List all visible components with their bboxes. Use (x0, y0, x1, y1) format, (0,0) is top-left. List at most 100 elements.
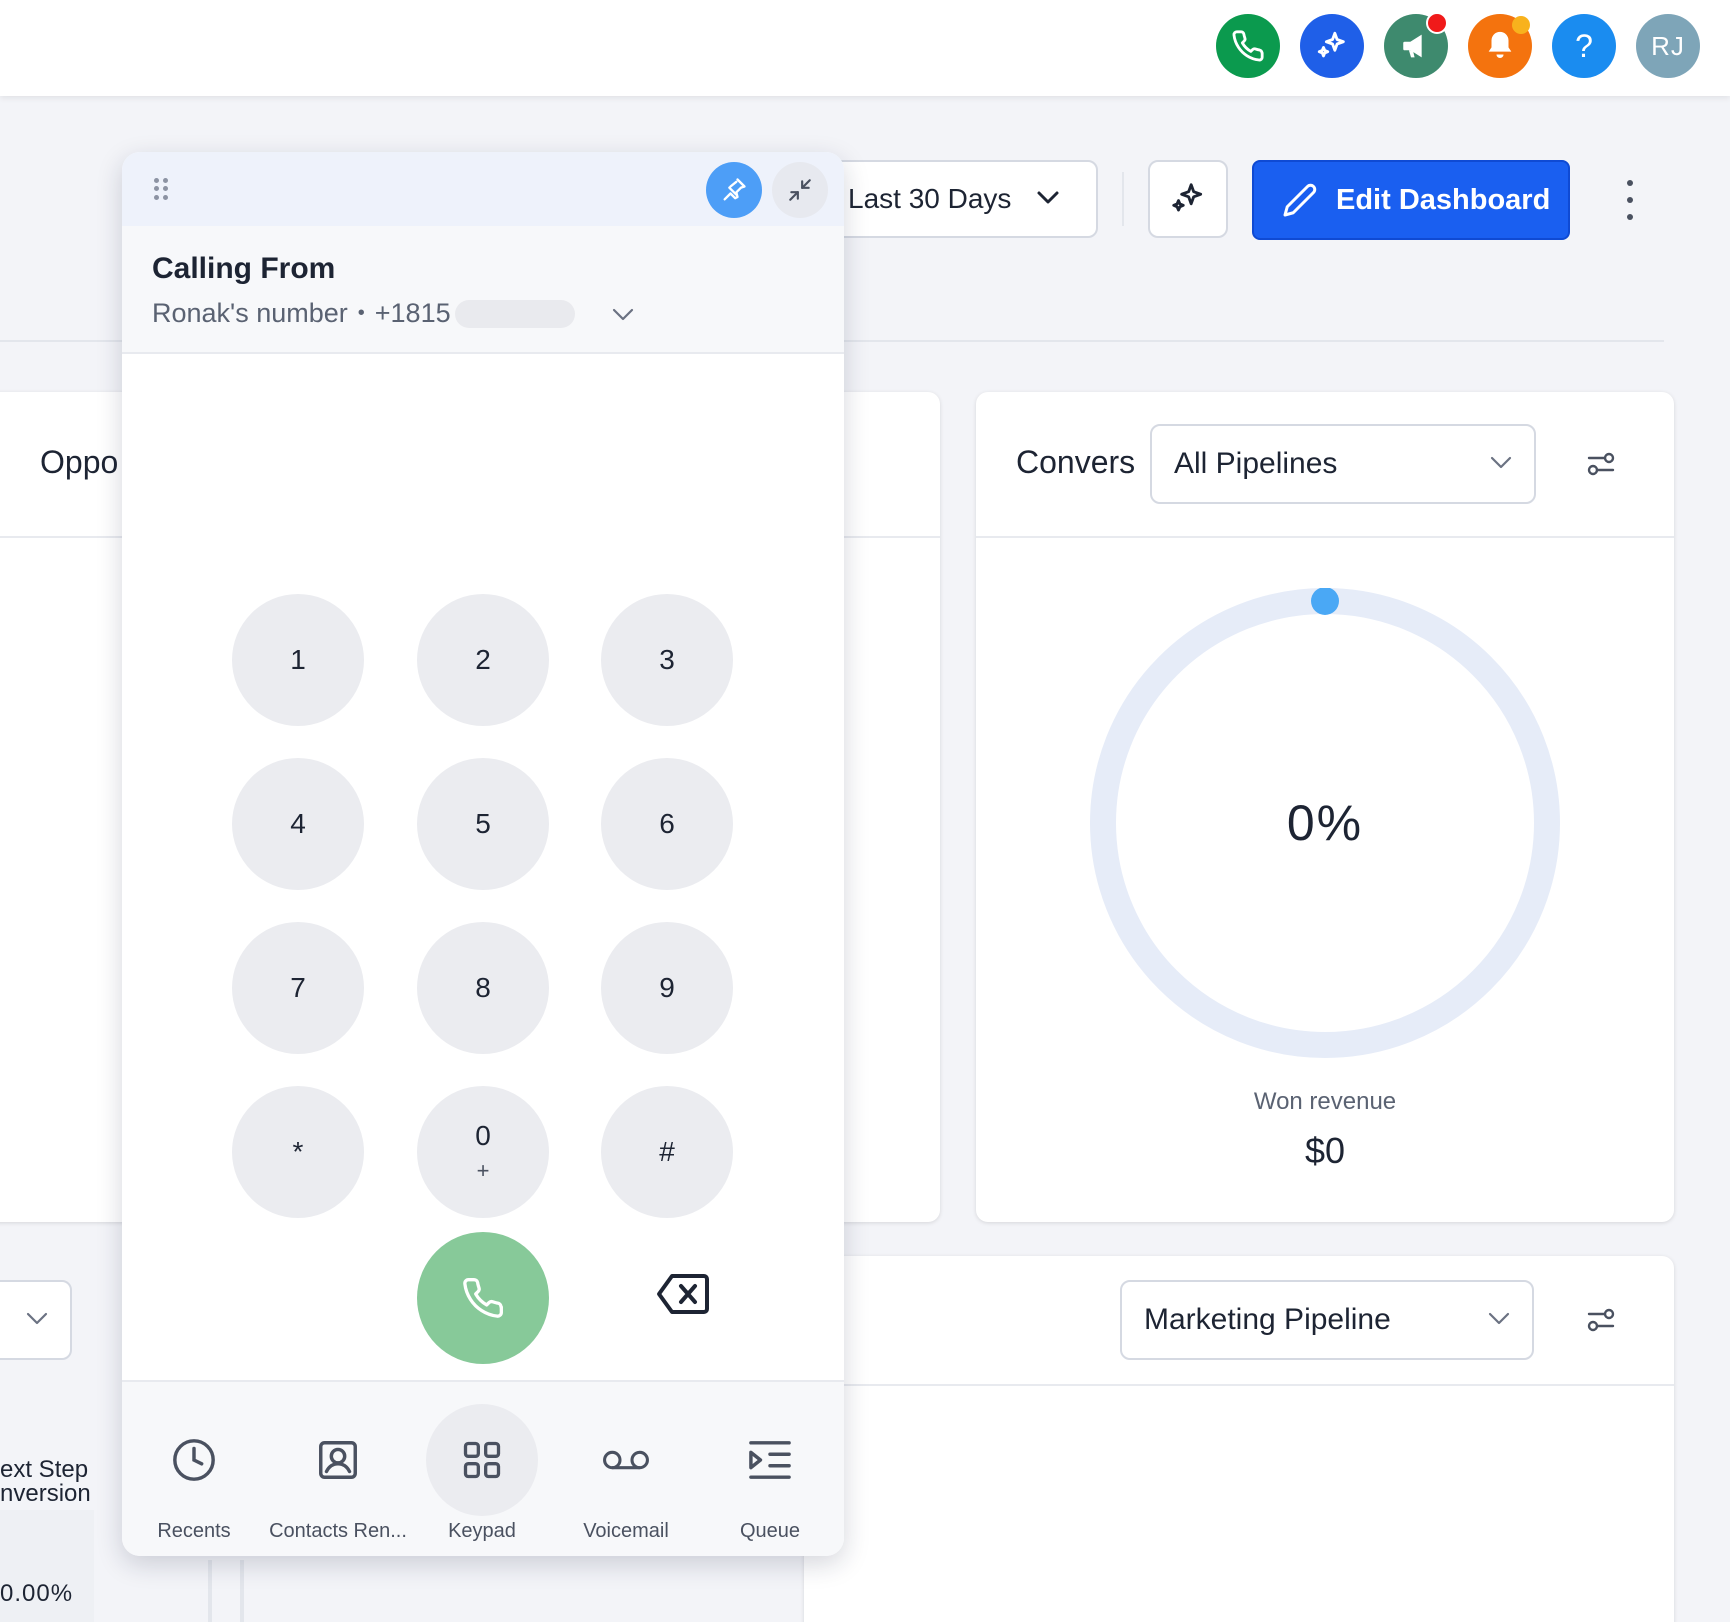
calling-from-selector[interactable]: Calling From Ronak's number • +1815 (122, 226, 844, 354)
tab-recents[interactable]: Recents (122, 1382, 266, 1556)
chevron-down-icon (1490, 456, 1512, 469)
backspace-icon[interactable] (656, 1272, 710, 1316)
key-5[interactable]: 5 (417, 758, 549, 890)
tab-label: Contacts Ren... (269, 1520, 407, 1542)
queue-icon (714, 1404, 826, 1516)
key-6[interactable]: 6 (601, 758, 733, 890)
tab-keypad[interactable]: Keypad (410, 1382, 554, 1556)
next-step-percent: 0.00% (0, 1580, 74, 1607)
user-avatar[interactable]: RJ (1636, 14, 1700, 78)
key-digit: 3 (659, 644, 675, 675)
key-digit: 9 (659, 972, 675, 1003)
pipeline-select-left[interactable] (0, 1280, 72, 1360)
calling-from-title: Calling From (152, 252, 336, 285)
tab-voicemail[interactable]: Voicemail (554, 1382, 698, 1556)
date-range-value: Last 30 Days (848, 183, 1012, 214)
key-digit: 5 (475, 808, 491, 839)
edit-dashboard-button[interactable]: Edit Dashboard (1252, 160, 1570, 240)
card-divider (804, 1384, 1674, 1386)
number-name: Ronak's number (152, 298, 348, 328)
next-step-line1: ext Step (0, 1456, 89, 1483)
filter-settings-icon[interactable] (1586, 450, 1616, 478)
key-7[interactable]: 7 (232, 922, 364, 1054)
key-3[interactable]: 3 (601, 594, 733, 726)
key-digit: * (292, 1136, 304, 1167)
top-bar: ? RJ (0, 0, 1730, 96)
phone-icon (463, 1278, 503, 1318)
ai-assistant-button[interactable] (1300, 14, 1364, 78)
more-options-icon[interactable] (1620, 180, 1640, 220)
marketing-pipeline-value: Marketing Pipeline (1144, 1303, 1391, 1336)
help-icon: ? (1575, 27, 1593, 64)
bottom-right-card: Marketing Pipeline (804, 1256, 1674, 1622)
sparkle-icon (1172, 183, 1203, 212)
key-digit: 4 (290, 808, 306, 839)
notification-dot (1426, 12, 1448, 34)
tab-label: Queue (739, 1520, 801, 1542)
chevron-down-icon[interactable] (612, 308, 634, 322)
key-1[interactable]: 1 (232, 594, 364, 726)
card-title: Convers (1016, 444, 1134, 480)
tab-contacts[interactable]: Contacts Ren... (266, 1382, 410, 1556)
key-star[interactable]: * (232, 1086, 364, 1218)
chevron-down-icon (1037, 191, 1059, 204)
date-range-select[interactable]: Last 30 Days (830, 160, 1098, 238)
key-2[interactable]: 2 (417, 594, 549, 726)
minimize-button[interactable] (772, 162, 828, 218)
avatar-initials: RJ (1651, 30, 1685, 61)
key-digit: 0 (475, 1120, 491, 1151)
collapse-arrows-icon (789, 179, 811, 201)
pin-icon (723, 178, 746, 201)
phone-icon (1232, 30, 1264, 62)
sparkle-icon (1317, 31, 1345, 58)
key-digit: 8 (475, 972, 491, 1003)
drag-handle-icon[interactable] (154, 178, 168, 200)
ai-insights-button[interactable] (1148, 160, 1228, 238)
help-button[interactable]: ? (1552, 14, 1616, 78)
chart-area-left-border (240, 1560, 244, 1622)
key-hash[interactable]: # (601, 1086, 733, 1218)
card-divider (976, 536, 1674, 538)
key-8[interactable]: 8 (417, 922, 549, 1054)
edit-dashboard-label: Edit Dashboard (1336, 183, 1551, 216)
won-revenue-value: $0 (1304, 1130, 1346, 1171)
key-0[interactable]: 0 + (417, 1086, 549, 1218)
tab-label: Keypad (448, 1520, 516, 1542)
tab-label: Recents (157, 1520, 231, 1542)
pipeline-select-value: All Pipelines (1174, 447, 1338, 480)
pin-button[interactable] (706, 162, 762, 218)
won-revenue-label: Won revenue (1253, 1088, 1397, 1115)
chevron-down-icon (1488, 1312, 1510, 1325)
number-separator: • (357, 302, 365, 324)
notifications-button[interactable] (1468, 14, 1532, 78)
dialer-tab-bar: Recents Contacts Ren... Keypad Voicemail… (122, 1380, 844, 1556)
tab-label: Voicemail (583, 1520, 669, 1542)
clock-icon (138, 1404, 250, 1516)
donut-progress-marker (1311, 588, 1339, 615)
key-digit: 7 (290, 972, 306, 1003)
pipeline-select[interactable]: All Pipelines (1150, 424, 1536, 504)
number-prefix: +1815 (374, 298, 451, 328)
contact-icon (282, 1404, 394, 1516)
redacted-number (454, 299, 575, 328)
chevron-down-icon (26, 1312, 48, 1325)
keypad-icon (426, 1404, 538, 1516)
filter-settings-icon[interactable] (1586, 1306, 1616, 1334)
voicemail-icon (570, 1404, 682, 1516)
phone-dialer-popup: Calling From Ronak's number • +1815 1 2 … (122, 152, 844, 1556)
next-step-line2: nversion (0, 1480, 91, 1507)
toolbar-divider (1122, 172, 1124, 226)
tab-queue[interactable]: Queue (698, 1382, 842, 1556)
announcements-button[interactable] (1384, 12, 1448, 78)
bell-icon (1488, 31, 1512, 59)
marketing-pipeline-select[interactable]: Marketing Pipeline (1120, 1280, 1534, 1360)
key-9[interactable]: 9 (601, 922, 733, 1054)
phone-button[interactable] (1216, 14, 1280, 78)
key-digit: 6 (659, 808, 675, 839)
call-button[interactable] (417, 1232, 549, 1364)
conversion-percent: 0% (1286, 795, 1364, 851)
dialer-header (122, 152, 844, 226)
key-digit: # (659, 1136, 675, 1167)
key-4[interactable]: 4 (232, 758, 364, 890)
key-digit: 1 (290, 644, 306, 675)
